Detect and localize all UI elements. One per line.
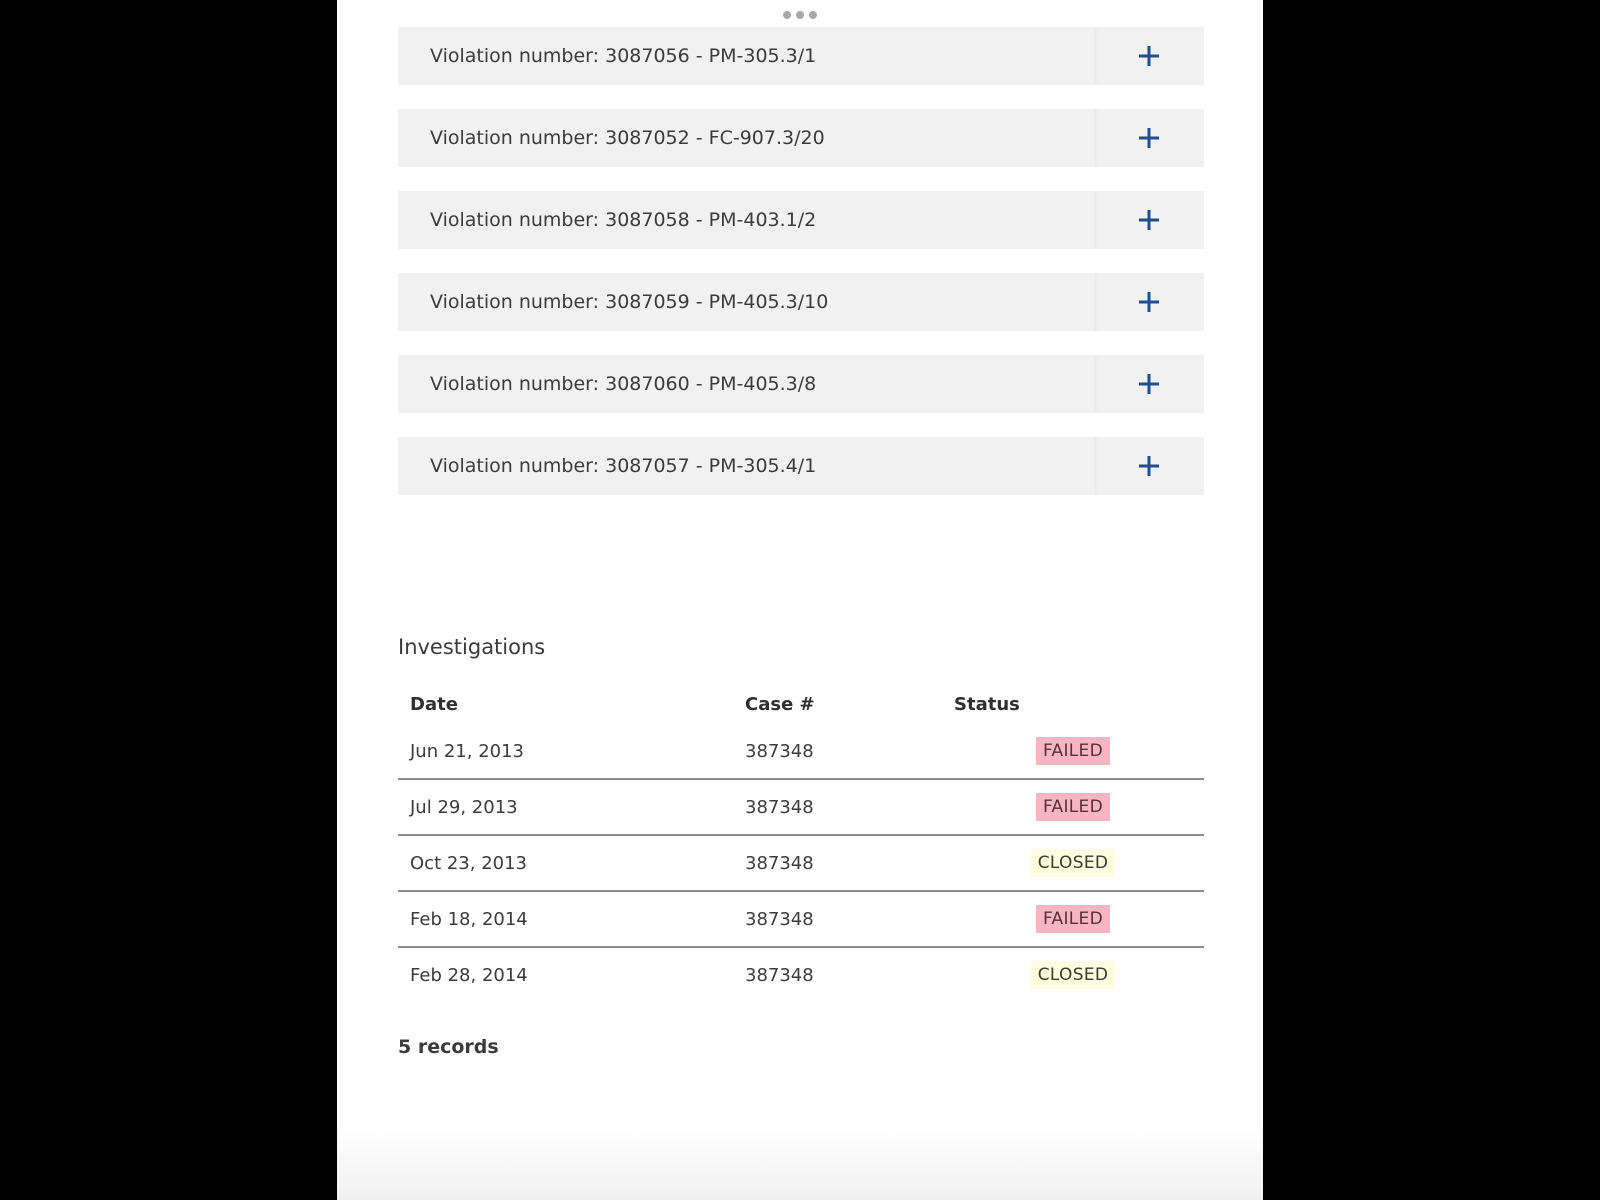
content-panel: Violation number: 3087056 - PM-305.3/1 V… (337, 0, 1263, 1200)
investigations-section: Investigations Date Case # Status Jun 21… (398, 630, 1204, 1058)
violation-item[interactable]: Violation number: 3087060 - PM-405.3/8 (398, 355, 1204, 413)
table-header-row: Date Case # Status (398, 684, 1204, 724)
status-cell: FAILED (942, 779, 1204, 836)
violation-item[interactable]: Violation number: 3087056 - PM-305.3/1 (398, 27, 1204, 85)
case-cell: 387348 (733, 724, 942, 780)
status-badge: FAILED (1036, 737, 1110, 765)
case-cell: 387348 (733, 779, 942, 836)
violation-label: Violation number: 3087060 - PM-405.3/8 (430, 373, 817, 395)
date-cell: Jun 21, 2013 (398, 724, 733, 780)
plus-icon (1139, 374, 1159, 394)
expand-button[interactable] (1094, 273, 1204, 331)
case-cell: 387348 (745, 964, 814, 986)
status-cell: CLOSED (942, 835, 1204, 892)
table-row: Jul 29, 2013 387348 FAILED (398, 779, 1204, 836)
status-cell: CLOSED (942, 947, 1204, 1002)
status-cell: FAILED (942, 891, 1204, 948)
status-badge: FAILED (1036, 793, 1110, 821)
violation-item[interactable]: Violation number: 3087057 - PM-305.4/1 (398, 437, 1204, 495)
plus-icon (1139, 456, 1159, 476)
table-row: Feb 28, 2014 387348 CLOSED (398, 947, 1204, 1002)
violation-item[interactable]: Violation number: 3087059 - PM-405.3/10 (398, 273, 1204, 331)
table-row: Feb 18, 2014 387348 FAILED (398, 891, 1204, 948)
section-title: Investigations (398, 635, 546, 659)
drag-handle-icon[interactable] (783, 10, 817, 20)
table-row: Jun 21, 2013 387348 FAILED (398, 724, 1204, 780)
expand-button[interactable] (1094, 355, 1204, 413)
column-header-case[interactable]: Case # (733, 684, 942, 724)
investigations-table: Date Case # Status Jun 21, 2013 387348 F… (398, 684, 1204, 1002)
expand-button[interactable] (1094, 437, 1204, 495)
plus-icon (1139, 292, 1159, 312)
case-cell: 387348 (733, 891, 942, 948)
dot (796, 11, 804, 19)
column-header-date[interactable]: Date (398, 684, 733, 724)
expand-button[interactable] (1094, 109, 1204, 167)
plus-icon (1139, 128, 1159, 148)
violation-label: Violation number: 3087056 - PM-305.3/1 (430, 45, 817, 67)
violation-label: Violation number: 3087058 - PM-403.1/2 (430, 209, 817, 231)
plus-icon (1139, 210, 1159, 230)
date-cell: Feb 18, 2014 (398, 891, 733, 948)
status-badge: FAILED (1036, 905, 1110, 933)
status-cell: FAILED (942, 724, 1204, 780)
bottom-fade (337, 1130, 1263, 1200)
dot (809, 11, 817, 19)
date-cell: Oct 23, 2013 (398, 835, 733, 892)
records-count: 5 records (398, 1036, 499, 1058)
date-cell: Feb 28, 2014 (410, 964, 528, 986)
violation-label: Violation number: 3087052 - FC-907.3/20 (430, 127, 825, 149)
column-header-status[interactable]: Status (942, 684, 1204, 724)
status-badge: CLOSED (1030, 961, 1116, 989)
table-row: Oct 23, 2013 387348 CLOSED (398, 835, 1204, 892)
violation-item[interactable]: Violation number: 3087058 - PM-403.1/2 (398, 191, 1204, 249)
violation-item[interactable]: Violation number: 3087052 - FC-907.3/20 (398, 109, 1204, 167)
violations-accordion: Violation number: 3087056 - PM-305.3/1 V… (398, 27, 1204, 519)
violation-label: Violation number: 3087057 - PM-305.4/1 (430, 455, 817, 477)
status-badge: CLOSED (1030, 849, 1116, 877)
case-cell: 387348 (733, 835, 942, 892)
expand-button[interactable] (1094, 27, 1204, 85)
date-cell: Jul 29, 2013 (398, 779, 733, 836)
expand-button[interactable] (1094, 191, 1204, 249)
plus-icon (1139, 46, 1159, 66)
dot (783, 11, 791, 19)
violation-label: Violation number: 3087059 - PM-405.3/10 (430, 291, 829, 313)
